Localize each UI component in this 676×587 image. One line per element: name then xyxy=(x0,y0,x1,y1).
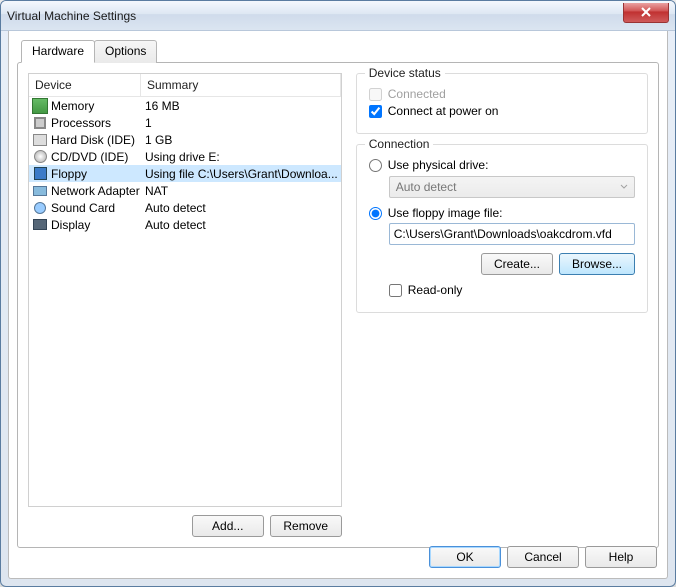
device-status-group: Device status Connected Connect at power… xyxy=(356,73,648,134)
cpu-icon xyxy=(32,115,48,131)
cd-icon xyxy=(32,149,48,165)
right-pane: Device status Connected Connect at power… xyxy=(356,73,648,537)
create-button[interactable]: Create... xyxy=(481,253,553,275)
add-button[interactable]: Add... xyxy=(192,515,264,537)
physical-drive-combo: Auto detect xyxy=(389,176,635,198)
table-row[interactable]: Processors1 xyxy=(29,114,341,131)
image-path-input[interactable] xyxy=(389,223,635,245)
table-row[interactable]: DisplayAuto detect xyxy=(29,216,341,233)
device-summary: 1 GB xyxy=(143,133,338,147)
browse-button[interactable]: Browse... xyxy=(559,253,635,275)
readonly-row[interactable]: Read-only xyxy=(389,283,635,297)
connected-row: Connected xyxy=(369,87,635,101)
tab-options[interactable]: Options xyxy=(94,40,157,63)
col-device[interactable]: Device xyxy=(29,74,141,96)
help-button[interactable]: Help xyxy=(585,546,657,568)
use-physical-label: Use physical drive: xyxy=(388,158,489,172)
device-name: Floppy xyxy=(51,167,143,181)
table-row[interactable]: Sound CardAuto detect xyxy=(29,199,341,216)
readonly-label: Read-only xyxy=(408,283,463,297)
hdd-icon xyxy=(32,132,48,148)
table-row[interactable]: Hard Disk (IDE)1 GB xyxy=(29,131,341,148)
remove-button[interactable]: Remove xyxy=(270,515,342,537)
use-image-row[interactable]: Use floppy image file: xyxy=(369,206,635,220)
device-name: Hard Disk (IDE) xyxy=(51,133,143,147)
device-summary: Using file C:\Users\Grant\Downloa... xyxy=(143,167,338,181)
device-list-header: Device Summary xyxy=(29,74,341,97)
use-physical-row[interactable]: Use physical drive: xyxy=(369,158,635,172)
device-status-title: Device status xyxy=(365,66,445,80)
connected-label: Connected xyxy=(388,87,446,101)
table-row[interactable]: CD/DVD (IDE)Using drive E: xyxy=(29,148,341,165)
left-pane: Device Summary Memory16 MBProcessors1Har… xyxy=(28,73,342,537)
close-button[interactable] xyxy=(623,3,669,23)
table-row[interactable]: Memory16 MB xyxy=(29,97,341,114)
footer-buttons: OK Cancel Help xyxy=(429,546,657,568)
device-name: Display xyxy=(51,218,143,232)
use-image-label: Use floppy image file: xyxy=(388,206,503,220)
connection-buttons: Create... Browse... xyxy=(389,253,635,275)
use-physical-radio[interactable] xyxy=(369,159,382,172)
cancel-button[interactable]: Cancel xyxy=(507,546,579,568)
device-summary: 1 xyxy=(143,116,338,130)
window-title: Virtual Machine Settings xyxy=(7,9,621,23)
floppy-icon xyxy=(32,166,48,182)
device-name: Memory xyxy=(51,99,143,113)
ok-button[interactable]: OK xyxy=(429,546,501,568)
device-summary: 16 MB xyxy=(143,99,338,113)
display-icon xyxy=(32,217,48,233)
memory-icon xyxy=(32,98,48,114)
sound-icon xyxy=(32,200,48,216)
connect-power-on-checkbox[interactable] xyxy=(369,105,382,118)
chevron-down-icon xyxy=(620,184,628,190)
connect-power-on-row[interactable]: Connect at power on xyxy=(369,104,635,118)
connection-group: Connection Use physical drive: Auto dete… xyxy=(356,144,648,313)
device-list-buttons: Add... Remove xyxy=(28,515,342,537)
tab-bar: Hardware Options xyxy=(21,40,659,63)
device-name: Processors xyxy=(51,116,143,130)
use-image-radio[interactable] xyxy=(369,207,382,220)
tab-hardware[interactable]: Hardware xyxy=(21,40,95,63)
device-summary: NAT xyxy=(143,184,338,198)
device-name: CD/DVD (IDE) xyxy=(51,150,143,164)
connection-title: Connection xyxy=(365,137,434,151)
content-area: Hardware Options Device Summary Memory16… xyxy=(8,31,668,579)
device-summary: Auto detect xyxy=(143,218,338,232)
network-icon xyxy=(32,183,48,199)
col-summary[interactable]: Summary xyxy=(141,74,341,96)
connect-power-on-label: Connect at power on xyxy=(388,104,499,118)
connected-checkbox xyxy=(369,88,382,101)
close-icon xyxy=(640,7,652,17)
device-summary: Auto detect xyxy=(143,201,338,215)
physical-drive-value: Auto detect xyxy=(396,180,457,194)
device-summary: Using drive E: xyxy=(143,150,338,164)
device-list[interactable]: Device Summary Memory16 MBProcessors1Har… xyxy=(28,73,342,507)
table-row[interactable]: FloppyUsing file C:\Users\Grant\Downloa.… xyxy=(29,165,341,182)
device-name: Network Adapter xyxy=(51,184,143,198)
settings-window: Virtual Machine Settings Hardware Option… xyxy=(0,0,676,587)
device-name: Sound Card xyxy=(51,201,143,215)
readonly-checkbox[interactable] xyxy=(389,284,402,297)
titlebar[interactable]: Virtual Machine Settings xyxy=(1,1,675,31)
tab-page-hardware: Device Summary Memory16 MBProcessors1Har… xyxy=(17,62,659,548)
table-row[interactable]: Network AdapterNAT xyxy=(29,182,341,199)
